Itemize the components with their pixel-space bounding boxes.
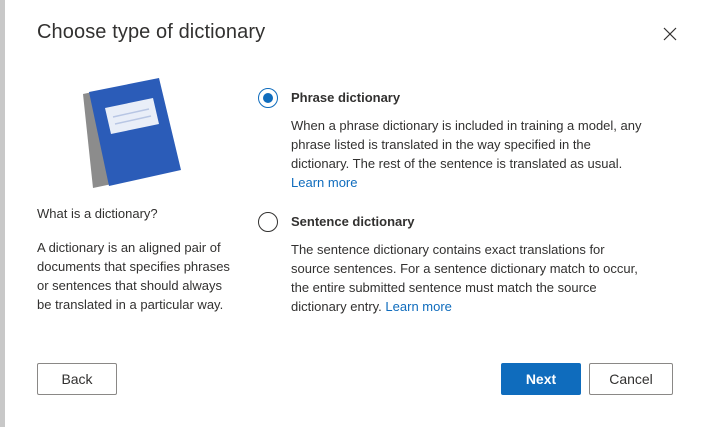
sentence-dictionary-description: The sentence dictionary contains exact t…: [291, 240, 646, 316]
choose-dictionary-dialog: Choose type of dictionary What is a dict…: [5, 0, 706, 427]
phrase-dictionary-radio[interactable]: [258, 88, 278, 108]
dialog-title: Choose type of dictionary: [37, 21, 266, 43]
back-button[interactable]: Back: [37, 363, 117, 395]
next-button[interactable]: Next: [501, 363, 581, 395]
sentence-dictionary-description-text: The sentence dictionary contains exact t…: [291, 242, 638, 314]
cancel-button[interactable]: Cancel: [589, 363, 673, 395]
sentence-dictionary-label[interactable]: Sentence dictionary: [291, 214, 415, 229]
sentence-dictionary-radio[interactable]: [258, 212, 278, 232]
phrase-dictionary-description-text: When a phrase dictionary is included in …: [291, 118, 642, 171]
phrase-dictionary-learn-more-link[interactable]: Learn more: [291, 175, 357, 190]
phrase-dictionary-label[interactable]: Phrase dictionary: [291, 90, 400, 105]
close-icon[interactable]: [660, 24, 680, 44]
notebook-icon: [81, 78, 183, 190]
phrase-dictionary-description: When a phrase dictionary is included in …: [291, 116, 646, 192]
info-body: A dictionary is an aligned pair of docum…: [37, 240, 230, 312]
info-heading: What is a dictionary?: [37, 206, 158, 221]
sentence-dictionary-learn-more-link[interactable]: Learn more: [385, 299, 451, 314]
